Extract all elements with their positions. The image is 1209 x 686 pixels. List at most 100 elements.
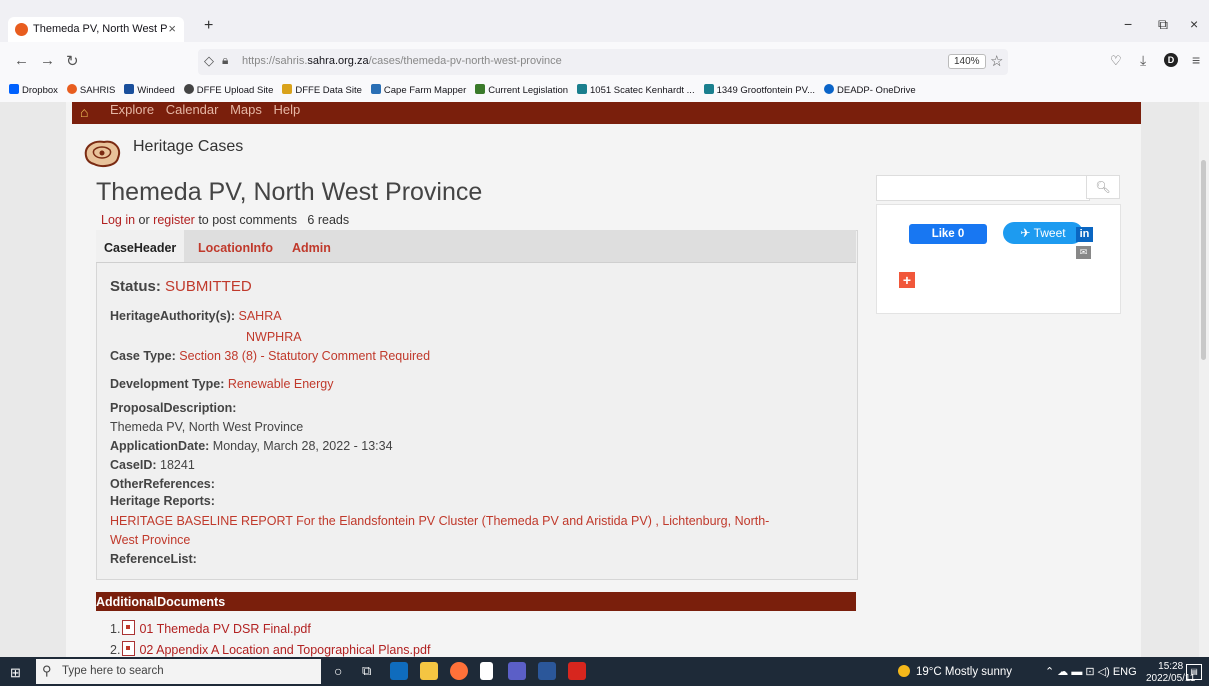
sidebar-search-input[interactable] [876,175,1090,201]
caseid-row: CaseID: 18241 [110,458,195,472]
url-text[interactable]: https://sahris.sahra.org.za/cases/themed… [242,55,562,67]
onedrive-icon [824,84,835,94]
acrobat-icon[interactable] [568,662,586,680]
scrollbar-thumb[interactable] [1201,160,1206,360]
bookmark-deadp-onedrive[interactable]: DEADP- OneDrive [824,84,916,96]
language-indicator[interactable]: ENG [1113,666,1137,678]
heritage-report-link[interactable]: HERITAGE BASELINE REPORT For the Elandsf… [110,514,769,528]
menu-icon[interactable]: ≡ [1192,52,1200,68]
bookmark-current-legislation[interactable]: Current Legislation [475,84,568,96]
forward-icon[interactable]: → [40,52,55,69]
authority-sahra-link[interactable]: SAHRA [239,309,282,323]
outlook-icon[interactable] [390,662,408,680]
document-item: 2. 02 Appendix A Location and Topographic… [110,641,430,657]
globe-icon [183,84,194,94]
taskbar-search[interactable]: ⚲ Type here to search [36,659,321,684]
bookmark-sahris[interactable]: SAHRIS [66,84,115,96]
login-link[interactable]: Log in [101,213,135,227]
heritage-report-link-cont[interactable]: West Province [110,533,190,547]
account-icon[interactable]: D [1164,53,1178,67]
nav-explore[interactable]: Explore [110,102,154,117]
tweet-button[interactable]: ✈︎ Tweet [1003,222,1083,244]
window-close-icon[interactable]: × [1190,16,1198,32]
cortana-icon[interactable]: ○ [334,663,342,679]
post-comments-text: to post comments [198,213,297,227]
shield-icon[interactable]: ◇ [204,53,214,69]
page-title: Themeda PV, North West Province [96,178,483,206]
share-widget [876,204,1121,314]
bookmark-dffe-upload[interactable]: DFFE Upload Site [183,84,273,96]
notepad-icon[interactable] [480,662,493,680]
weather-text: 19°C Mostly sunny [916,666,1012,678]
reference-list-label: ReferenceList: [110,552,197,566]
browser-tab[interactable]: Themeda PV, North West Provin × [8,17,184,42]
other-refs-label: OtherReferences: [110,477,215,491]
comment-line: Log in or register to post comments 6 re… [101,213,349,227]
back-icon[interactable]: ← [14,52,29,69]
download-icon[interactable]: ⤓ [1140,52,1146,69]
word-icon[interactable] [538,662,556,680]
search-icon: ⚲ [42,663,52,678]
app-date-row: ApplicationDate: Monday, March 28, 2022 … [110,439,393,453]
document-link[interactable]: 01 Themeda PV DSR Final.pdf [139,622,310,636]
nav-help[interactable]: Help [274,102,301,117]
pocket-icon[interactable]: ♡ [1110,53,1122,69]
bookmark-windeed[interactable]: Windeed [124,84,175,96]
file-explorer-icon[interactable] [420,662,438,680]
share-plus-button[interactable]: + [899,272,915,288]
proposal-label: ProposalDescription: [110,401,237,415]
case-type-link[interactable]: Section 38 (8) - Statutory Comment Requi… [179,349,430,363]
tab-admin[interactable]: Admin [284,230,339,262]
status-badge: SUBMITTED [165,278,252,295]
nav-calendar[interactable]: Calendar [166,102,219,117]
weather-widget[interactable]: 19°C Mostly sunny [898,665,1012,678]
linkedin-icon[interactable]: in [1076,227,1093,242]
tab-close-icon[interactable]: × [168,21,176,36]
email-icon[interactable]: ✉ [1076,246,1091,259]
new-tab-icon[interactable]: + [204,17,213,35]
nav-maps[interactable]: Maps [230,102,262,117]
facebook-like-button[interactable]: Like 0 [909,224,987,244]
authority-row: HeritageAuthority(s): SAHRA [110,309,282,323]
tab-caseheader[interactable]: CaseHeader [96,230,185,262]
caseid-label: CaseID: [110,458,157,472]
reads-count: 6 reads [307,213,350,227]
document-number: 1. [110,622,121,636]
sahris-icon [66,84,77,94]
bookmark-cape-farm-mapper[interactable]: Cape Farm Mapper [370,84,466,96]
search-icon[interactable]: 🔍︎ [1086,175,1120,199]
home-icon[interactable]: ⌂ [80,104,88,120]
app-date-value: Monday, March 28, 2022 - 13:34 [212,439,393,453]
restore-icon[interactable]: ⧉ [1158,16,1168,33]
teams-icon[interactable] [508,662,526,680]
dev-type-label: Development Type: [110,377,225,391]
bookmark-dropbox[interactable]: Dropbox [9,84,58,96]
dev-type-link[interactable]: Renewable Energy [228,377,334,391]
windows-start-icon[interactable]: ⊞ [10,665,21,681]
minimize-icon[interactable]: − [1124,16,1132,32]
lock-icon[interactable]: 🔒︎ [222,53,228,68]
zoom-badge[interactable]: 140% [948,54,986,69]
bookmark-label: 1349 Grootfontein PV... [716,85,816,96]
bookmark-1051-scatec[interactable]: 1051 Scatec Kenhardt ... [577,84,695,96]
site-nav-bar: ⌂ Explore Calendar Maps Help [72,102,1141,124]
task-view-icon[interactable]: ⧉ [362,663,371,679]
bookmark-1349-grootfontein[interactable]: 1349 Grootfontein PV... [703,84,816,96]
notification-icon[interactable]: ▤ [1186,664,1202,680]
app-date-label: ApplicationDate: [110,439,210,453]
reload-icon[interactable]: ↻ [66,52,79,70]
bookmark-label: Current Legislation [488,85,569,96]
bookmark-dffe-data[interactable]: DFFE Data Site [282,84,362,96]
register-link[interactable]: register [153,213,195,227]
authority-nwphra-link[interactable]: NWPHRA [246,330,302,344]
windeed-icon [124,84,135,94]
document-link[interactable]: 02 Appendix A Location and Topographical… [139,643,430,657]
bookmark-label: Windeed [137,85,175,96]
tab-locationinfo[interactable]: LocationInfo [190,230,281,262]
system-tray[interactable]: ⌃ ☁ ▬ ⊡ ◁) ENG [1045,665,1137,678]
bookmark-star-icon[interactable]: ☆ [990,52,1003,70]
firefox-icon[interactable] [450,662,468,680]
pdf-icon [122,641,136,656]
url-prefix: https://sahris. [242,55,308,67]
sun-icon [898,665,910,677]
